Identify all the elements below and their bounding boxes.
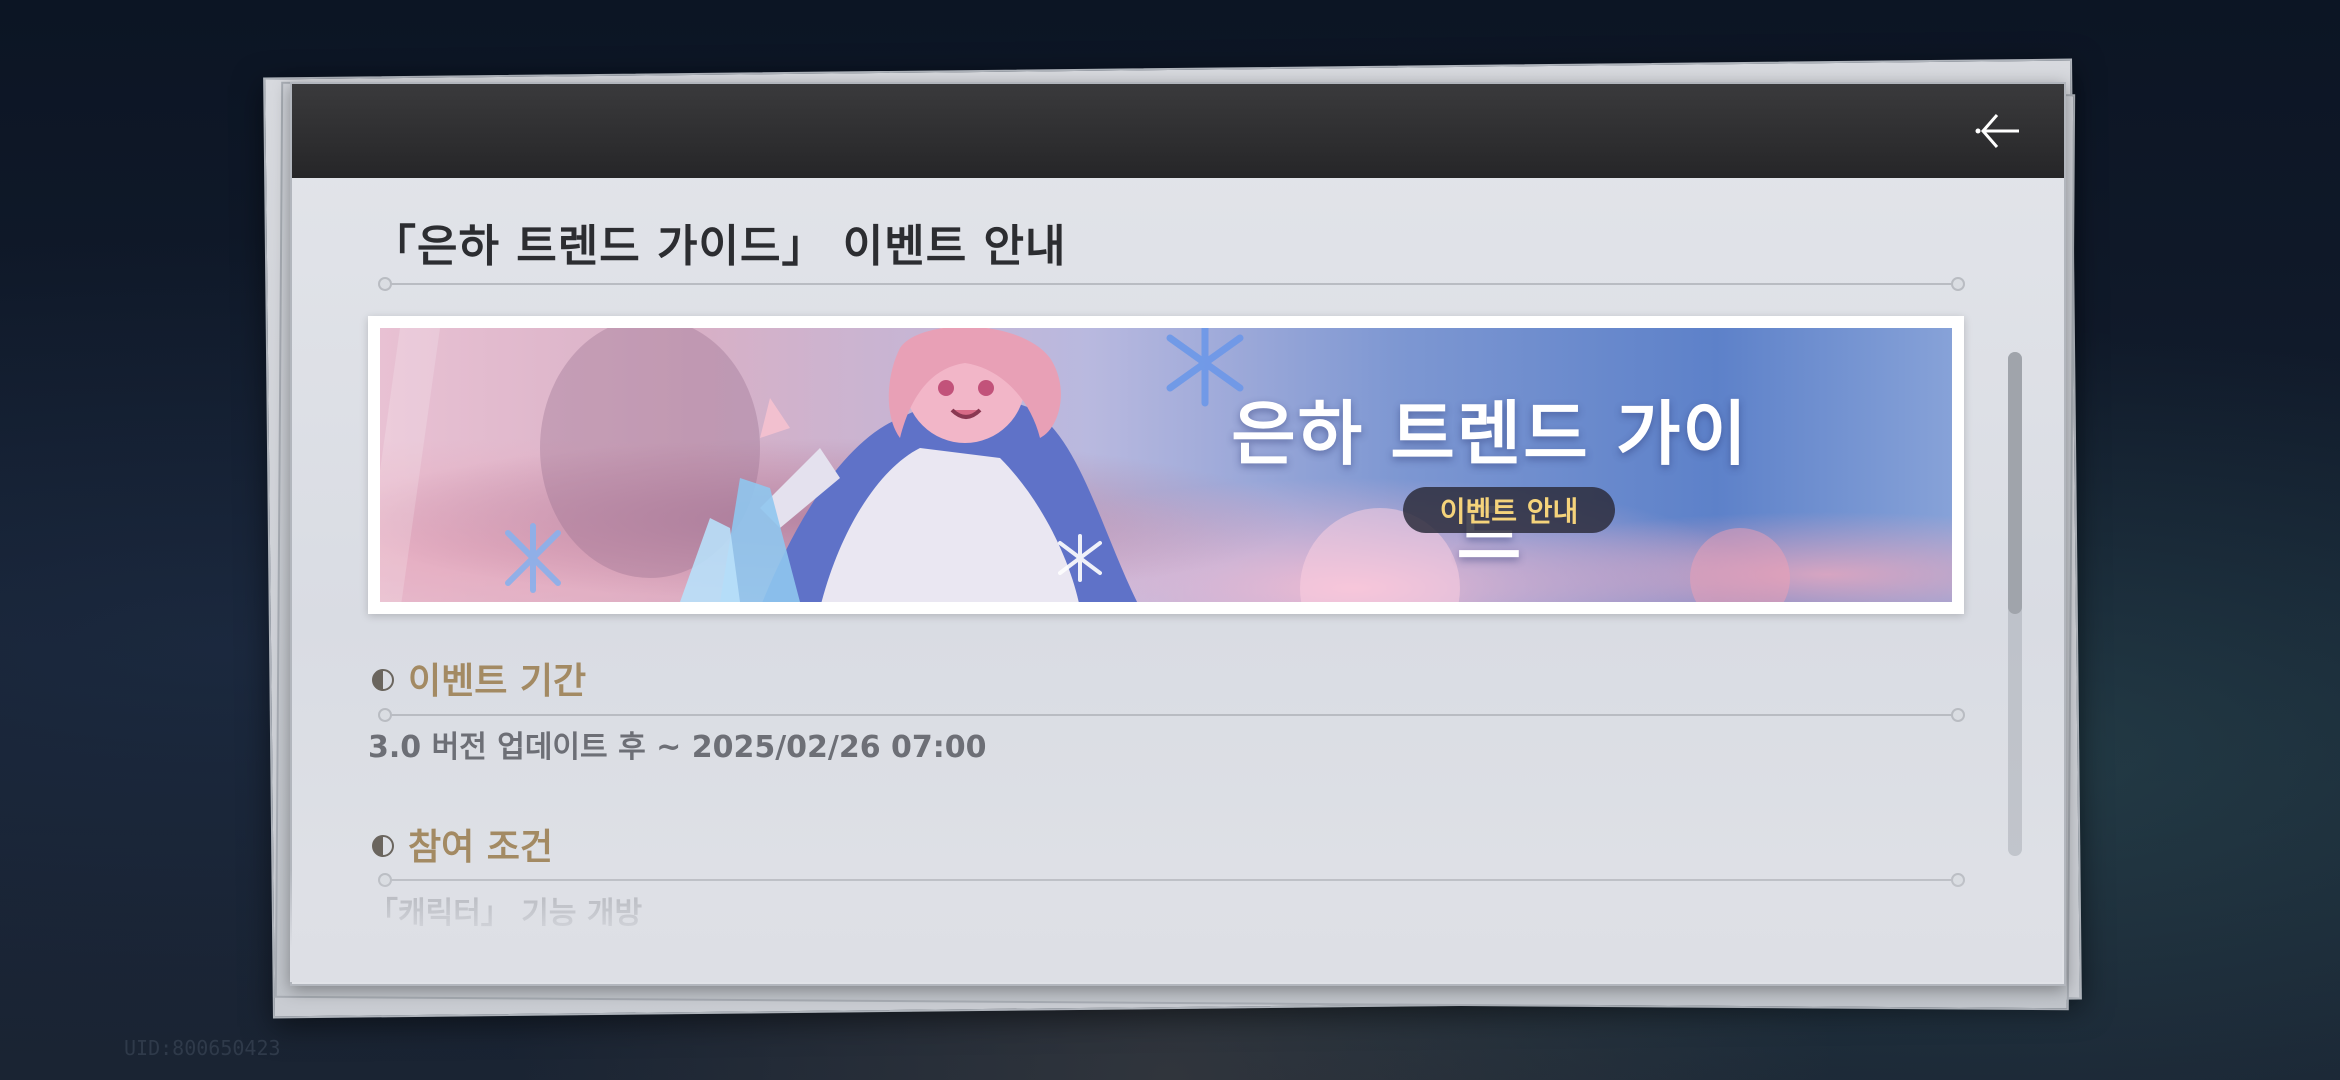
section-heading-label: 이벤트 기간 bbox=[408, 661, 587, 702]
scrollbar-track[interactable] bbox=[2008, 352, 2022, 856]
section-heading-period: 이벤트 기간 bbox=[372, 652, 586, 704]
section-divider-requirement bbox=[378, 873, 1965, 887]
section-divider-period bbox=[378, 708, 1965, 722]
banner-title: 은하 트렌드 가이드 bbox=[1231, 393, 1749, 576]
scrollbar-thumb[interactable] bbox=[2008, 352, 2022, 615]
uid-label: UID:800650423 bbox=[124, 1036, 281, 1060]
notice-title: 「은하 트렌드 가이드」 이벤트 안내 bbox=[372, 221, 1067, 272]
banner-subtitle-pill: 이벤트 안내 bbox=[1403, 487, 1615, 533]
section-bullet-icon bbox=[372, 669, 394, 691]
section-text-period: 3.0 버전 업데이트 후 ~ 2025/02/26 07:00 bbox=[368, 730, 987, 765]
banner-art: 은하 트렌드 가이드 이벤트 안내 bbox=[380, 328, 1952, 602]
back-button[interactable] bbox=[1970, 102, 2028, 160]
section-heading-requirement: 참여 조건 bbox=[372, 818, 553, 870]
section-heading-label: 참여 조건 bbox=[408, 827, 554, 868]
back-arrow-icon bbox=[1975, 114, 2019, 148]
title-divider bbox=[378, 277, 1965, 291]
section-text-requirement: 「캐릭터」 기능 개방 bbox=[368, 896, 643, 931]
section-bullet-icon bbox=[372, 835, 394, 857]
event-banner: 은하 트렌드 가이드 이벤트 안내 bbox=[368, 316, 1964, 614]
notice-topbar bbox=[292, 84, 2064, 178]
